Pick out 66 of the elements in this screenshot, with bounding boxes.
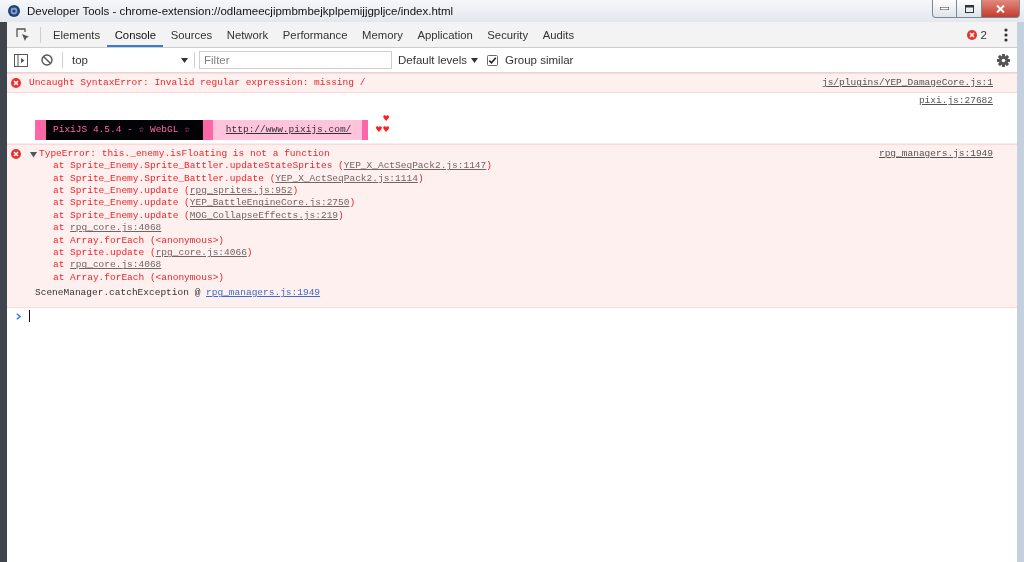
caller-line: SceneManager.catchException @ rpg_managers.js:1949: [35, 287, 322, 300]
cursor-box-icon[interactable]: [16, 27, 30, 42]
source-link[interactable]: YEP_X_ActSeqPack2.js:1147: [343, 160, 487, 172]
disclosure-triangle-icon[interactable]: [30, 150, 37, 158]
tab[interactable]: Memory: [354, 22, 411, 47]
source-link[interactable]: rpg_core.js:4066: [155, 247, 247, 259]
minimize-icon: [940, 7, 949, 10]
text-cursor: [29, 310, 30, 323]
stack-frame: at Sprite_Enemy.Sprite_Battler.updateStateSprites (YEP_X_ActSeqPack2.js:1147): [53, 160, 863, 173]
chevron-icon: [16, 312, 21, 320]
banner-stripe: [362, 119, 369, 140]
stack-frame: at Array.forEach (<anonymous>): [53, 271, 863, 285]
source-link[interactable]: rpg_managers.js:1949: [206, 287, 321, 299]
maximize-button[interactable]: [957, 0, 982, 18]
circle-slash-icon[interactable]: [41, 54, 53, 66]
source-link[interactable]: js/plugins/YEP_DamageCore.js:1: [821, 77, 993, 90]
sidebar-icon[interactable]: [14, 53, 28, 67]
tab[interactable]: Audits: [535, 22, 582, 47]
error-icon: [11, 78, 21, 88]
settings-icon[interactable]: [997, 53, 1010, 67]
stack-frame: at rpg_core.js:4068: [53, 259, 863, 272]
stack-frame: at Sprite.update (rpg_core.js:4066): [53, 247, 863, 260]
caret-icon: [471, 57, 479, 63]
website-link[interactable]: http://www.pixijs.com/: [212, 119, 363, 140]
stack-frame: at Array.forEach (<anonymous>): [53, 234, 863, 248]
source-link[interactable]: rpg_core.js:4068: [70, 222, 162, 234]
stack-frame: at Sprite_Enemy.update (MOG_CollapseEffects.js:219): [53, 209, 863, 223]
error-count-button[interactable]: 2: [966, 28, 987, 41]
source-link[interactable]: YEP_BattleEngineCore.js:2750: [189, 197, 350, 209]
error-icon: [966, 29, 977, 40]
tab[interactable]: Security: [480, 22, 536, 47]
filter-input[interactable]: Filter: [199, 51, 392, 69]
tab[interactable]: Elements: [45, 22, 108, 47]
error-text: TypeError: this._enemy.isFloating is not a function: [39, 147, 331, 161]
window-title: Developer Tools - chrome-extension://odlameecjipmbmbejkplpemijjgpljce/index.html: [27, 5, 454, 17]
heart-glyphs: ♥♥: [375, 123, 390, 135]
more-options-icon[interactable]: [1004, 27, 1008, 42]
banner-stripe: [35, 119, 46, 140]
stack-frame: at Sprite_Enemy.update (YEP_BattleEngineCore.js:2750): [53, 197, 863, 210]
context-select[interactable]: top: [72, 54, 190, 66]
banner-label: PixiJS 4.5.4 - ☆ WebGL ☆: [46, 119, 203, 140]
close-icon: [996, 4, 1005, 13]
tab[interactable]: Performance: [275, 22, 355, 47]
source-link[interactable]: rpg_sprites.js:952: [189, 185, 293, 197]
banner-stripe: [202, 119, 213, 140]
tab[interactable]: Sources: [163, 22, 220, 47]
group-similar-checkbox[interactable]: [487, 54, 499, 66]
error-text: Uncaught SyntaxError: Invalid regular expression: missing /: [29, 77, 367, 90]
source-link[interactable]: YEP_X_ActSeqPack2.js:1114: [275, 172, 418, 184]
stack-frame: at rpg_core.js:4068: [53, 222, 863, 235]
tab[interactable]: Application: [410, 22, 481, 47]
source-link[interactable]: rpg_core.js:4068: [70, 259, 162, 271]
group-similar-label: Group similar: [505, 54, 574, 66]
source-link[interactable]: pixi.js:27682: [918, 95, 993, 108]
app-icon: [8, 5, 20, 17]
stack-frame: at Sprite_Enemy.update (rpg_sprites.js:952): [53, 185, 863, 198]
maximize-icon: [964, 4, 974, 13]
source-link[interactable]: MOG_CollapseEffects.js:219: [189, 209, 339, 221]
source-link[interactable]: rpg_managers.js:1949: [878, 147, 993, 161]
tab[interactable]: Network: [219, 22, 276, 47]
caret-icon: [181, 57, 188, 63]
error-icon: [11, 148, 21, 159]
heart-glyph: ♥: [382, 112, 390, 124]
levels-dropdown[interactable]: Default levels: [398, 54, 479, 66]
stack-frame: at Sprite_Enemy.Sprite_Battler.update (YEP_X_ActSeqPack2.js:1114): [53, 172, 863, 186]
close-button[interactable]: [982, 0, 1020, 18]
